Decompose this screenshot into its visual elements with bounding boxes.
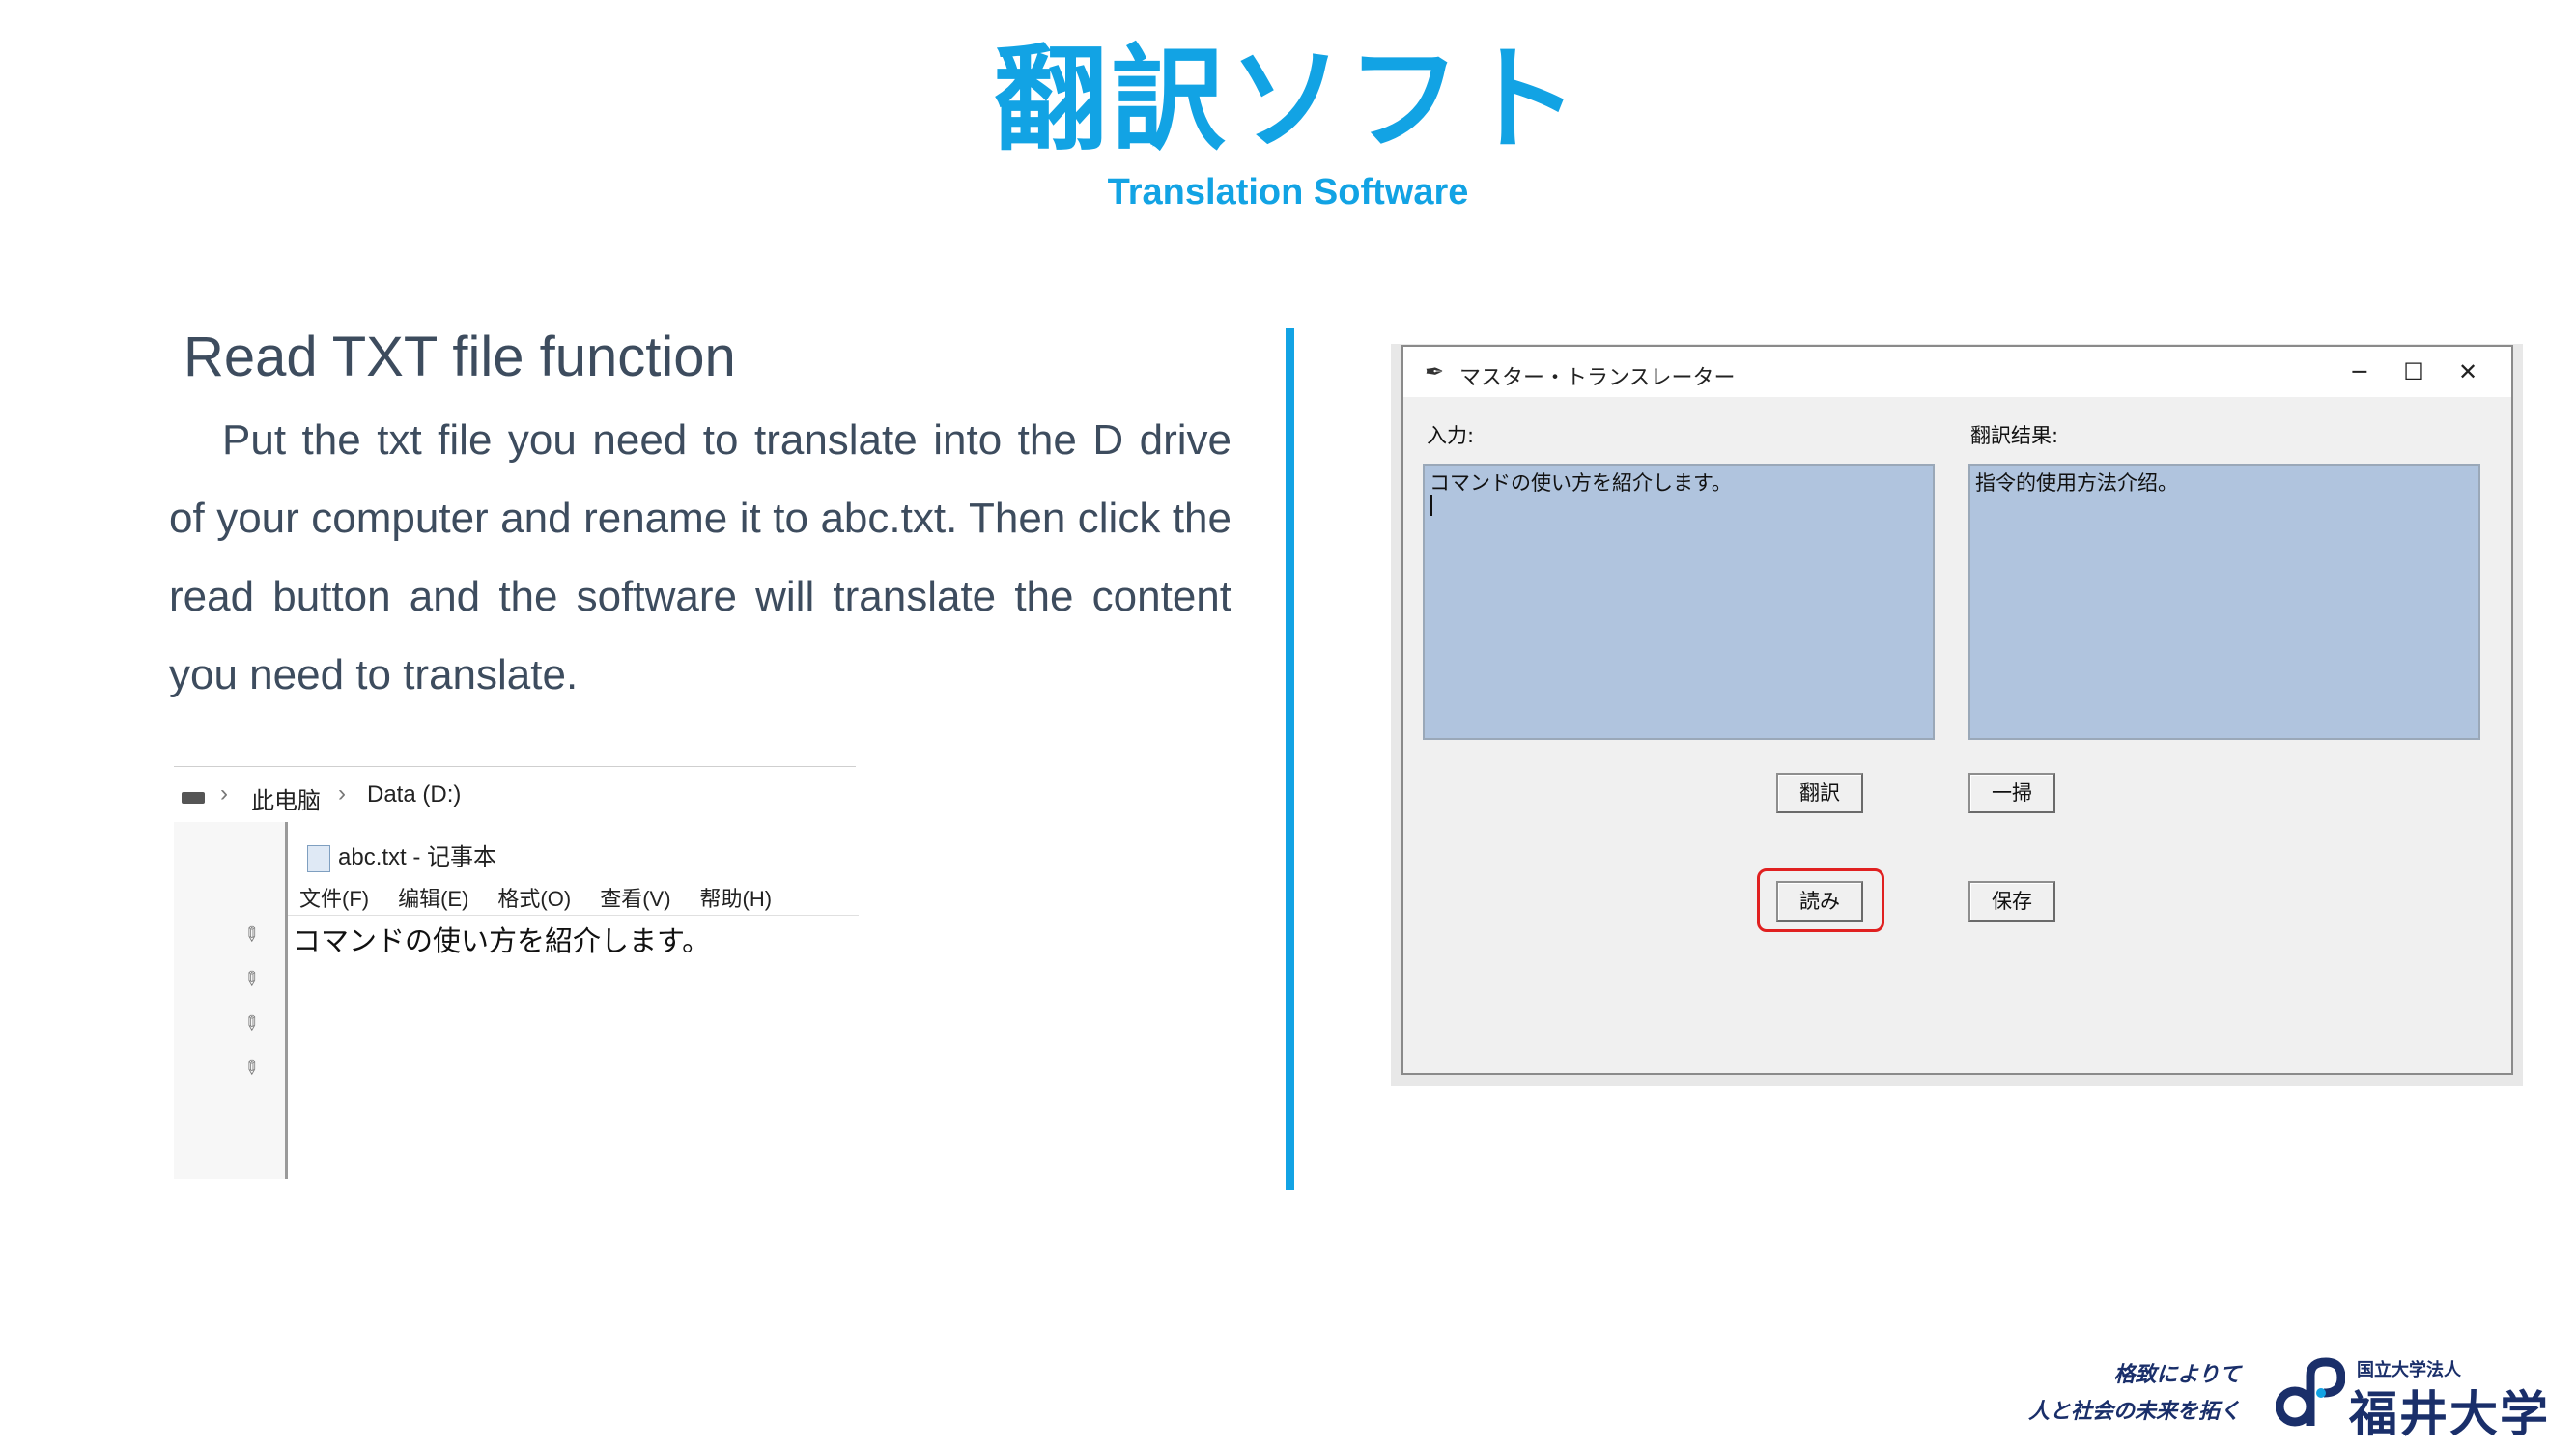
notepad-text-area[interactable]: コマンドの使い方を紹介します。 <box>293 919 710 959</box>
logo-slogan: 格致によりて 人と社会の未来を拓く <box>2028 1357 2241 1431</box>
drive-icon <box>182 792 205 804</box>
title-bar[interactable]: ✒ マスター・トランスレーター ─ ☐ ✕ <box>1403 347 2511 397</box>
explorer-address-bar[interactable]: › 此电脑 › Data (D:) <box>174 766 856 825</box>
menu-view[interactable]: 查看(V) <box>600 882 670 913</box>
logo-slogan-line2: 人と社会の未来を拓く <box>2028 1400 2242 1424</box>
logo-slogan-line1: 格致によりて <box>2113 1363 2242 1387</box>
input-textbox[interactable]: コマンドの使い方を紹介します。 <box>1423 464 1935 740</box>
menu-separator <box>288 915 859 916</box>
page-subtitle: Translation Software <box>1107 172 1469 213</box>
notepad-title: abc.txt - 记事本 <box>338 844 497 870</box>
input-text: コマンドの使い方を紹介します。 <box>1430 471 1732 495</box>
save-button[interactable]: 保存 <box>1968 881 2055 922</box>
breadcrumb-this-pc[interactable]: 此电脑 <box>251 781 321 815</box>
menu-edit[interactable]: 编辑(E) <box>398 882 468 913</box>
notepad-window: abc.txt - 记事本 文件(F) 编辑(E) 格式(O) 查看(V) 帮助… <box>285 822 859 1179</box>
feather-icon: ✒ <box>1425 358 1445 385</box>
section-body: Put the txt file you need to translate i… <box>169 416 1231 698</box>
translator-window: ✒ マスター・トランスレーター ─ ☐ ✕ 入力: 翻訳结果: コマンドの使い方… <box>1401 345 2513 1075</box>
explorer-nav-pane <box>174 822 286 1179</box>
maximize-button[interactable]: ☐ <box>2394 355 2433 389</box>
menu-file[interactable]: 文件(F) <box>299 882 369 913</box>
notepad-menubar: 文件(F) 编辑(E) 格式(O) 查看(V) 帮助(H) <box>299 882 772 913</box>
breadcrumb-data-drive[interactable]: Data (D:) <box>367 781 461 809</box>
output-label: 翻訳结果: <box>1970 424 2059 447</box>
logo-org-name: 福井大学 <box>2349 1386 2550 1442</box>
menu-help[interactable]: 帮助(H) <box>700 882 773 913</box>
read-button-highlight <box>1757 868 1884 932</box>
translate-button[interactable]: 翻訳 <box>1776 773 1863 813</box>
text-caret <box>1430 495 1432 516</box>
notepad-file-icon <box>307 844 330 872</box>
clear-button[interactable]: 一掃 <box>1968 773 2055 813</box>
minimize-button[interactable]: ─ <box>2340 355 2379 389</box>
output-text: 指令的使用方法介绍。 <box>1975 471 2178 495</box>
university-logo-mark <box>2276 1357 2345 1427</box>
close-button[interactable]: ✕ <box>2449 355 2487 389</box>
output-textbox[interactable]: 指令的使用方法介绍。 <box>1968 464 2480 740</box>
menu-format[interactable]: 格式(O) <box>497 882 571 913</box>
window-title: マスター・トランスレーター <box>1459 366 1736 390</box>
vertical-divider <box>1286 328 1294 1190</box>
input-label: 入力: <box>1427 424 1475 447</box>
page-title: 翻訳ソフト <box>993 33 1583 166</box>
chevron-right-icon: › <box>220 781 228 807</box>
notepad-title-row: abc.txt - 记事本 <box>307 838 496 872</box>
chevron-right-icon: › <box>338 781 346 807</box>
section-heading: Read TXT file function <box>184 326 736 388</box>
